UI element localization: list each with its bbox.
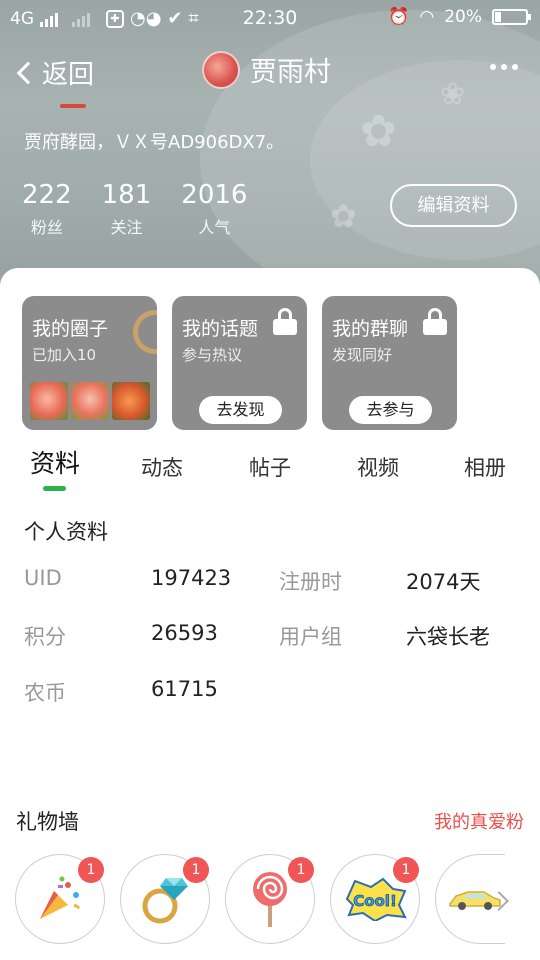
gift-wall-title: 礼物墙: [16, 810, 79, 834]
nav-bar: 返回 贾雨村: [0, 44, 540, 98]
circle-thumbnails: [30, 382, 150, 420]
stat-label: 人气: [198, 218, 231, 237]
gift-item[interactable]: Cool! 1: [330, 854, 420, 944]
battery-icon: [492, 9, 531, 25]
battery-percent: 20%: [444, 7, 482, 27]
info-value: 六袋长老: [406, 625, 490, 649]
profile-content: 我的圈子 已加入10 我的话题 参与热议 去发现 我的群聊 发现同好 去参与 资…: [0, 268, 540, 960]
gift-count-badge: 1: [78, 857, 104, 883]
battery-level: [495, 12, 501, 22]
info-key: 注册时: [279, 570, 342, 594]
stat-popularity: 2016 人气: [181, 180, 247, 238]
diamond-ring-icon: [142, 878, 188, 924]
stat-value: 222: [22, 180, 72, 210]
peach-thumbnail: [112, 382, 150, 420]
lock-icon: [423, 308, 447, 336]
card-title: 我的群聊: [332, 318, 409, 340]
info-key: 积分: [24, 625, 66, 649]
wifi-icon: ◠: [419, 7, 435, 27]
card-title: 我的话题: [182, 318, 259, 340]
stat-following[interactable]: 181 关注: [102, 180, 152, 238]
page-title-group: 贾雨村: [202, 50, 331, 89]
card-subtitle: 已加入10: [32, 346, 97, 364]
info-key: UID: [24, 566, 62, 590]
gift-item[interactable]: 1: [15, 854, 105, 944]
stat-label: 关注: [110, 218, 143, 237]
stat-followers[interactable]: 222 粉丝: [22, 180, 72, 238]
avatar[interactable]: [202, 50, 240, 89]
info-key: 农币: [24, 681, 66, 705]
back-label: 返回: [42, 60, 95, 90]
party-popper-icon: [40, 876, 81, 919]
page-title: 贾雨村: [250, 57, 331, 88]
info-value: 61715: [151, 677, 218, 701]
cool-sticker-icon: Cool!: [345, 877, 407, 921]
active-tab-indicator: [43, 486, 66, 491]
gift-item[interactable]: 1: [120, 854, 210, 944]
tab-activity[interactable]: 动态: [141, 452, 183, 482]
edit-profile-button[interactable]: 编辑资料: [390, 184, 517, 227]
join-button[interactable]: 去参与: [349, 396, 432, 424]
section-title: 个人资料: [24, 520, 108, 544]
gift-count-badge: 1: [393, 857, 419, 883]
card-subtitle: 参与热议: [182, 346, 243, 364]
gift-count-badge: 1: [183, 857, 209, 883]
tab-profile-info[interactable]: 资料: [30, 444, 80, 480]
peach-thumbnail: [30, 382, 68, 420]
svg-text:Cool!: Cool!: [353, 892, 397, 910]
chevron-left-icon: [16, 61, 40, 84]
info-value: 197423: [151, 566, 232, 590]
flower-pattern-icon: ✿: [360, 106, 397, 157]
stat-value: 181: [101, 180, 152, 210]
lollipop-icon: [253, 872, 287, 927]
my-true-fans-link[interactable]: 我的真爱粉: [434, 808, 524, 834]
tab-posts[interactable]: 帖子: [249, 452, 291, 482]
info-value: 2074天: [406, 570, 481, 594]
gift-count-badge: 1: [288, 857, 314, 883]
circle-emblem-icon: [133, 310, 157, 354]
tab-albums[interactable]: 相册: [464, 452, 506, 482]
back-button[interactable]: 返回: [14, 54, 94, 91]
card-title: 我的圈子: [32, 318, 109, 340]
profile-tabs: 资料 动态 帖子 视频 相册: [0, 444, 540, 494]
title-accent: [60, 104, 86, 108]
card-my-groups[interactable]: 我的群聊 发现同好 去参与: [322, 296, 457, 430]
stat-value: 2016: [181, 180, 248, 210]
gift-item[interactable]: 1: [225, 854, 315, 944]
flower-pattern-icon: ✿: [330, 197, 357, 235]
gift-list: 1 1 1 Cool! 1: [15, 854, 505, 944]
card-subtitle: 发现同好: [332, 346, 393, 364]
more-options-icon[interactable]: [490, 64, 518, 70]
card-my-circles[interactable]: 我的圈子 已加入10: [22, 296, 157, 430]
lock-icon: [273, 308, 297, 336]
tab-videos[interactable]: 视频: [357, 452, 399, 482]
profile-stats: 222 粉丝 181 关注 2016 人气: [22, 180, 247, 238]
profile-bio: 贾府酵园，ＶＸ号AD906DX7。: [24, 132, 285, 153]
info-key: 用户组: [279, 625, 342, 649]
card-my-topics[interactable]: 我的话题 参与热议 去发现: [172, 296, 307, 430]
stat-label: 粉丝: [30, 218, 63, 237]
info-value: 26593: [151, 621, 218, 645]
discover-button[interactable]: 去发现: [199, 396, 282, 424]
peach-thumbnail: [71, 382, 109, 420]
status-bar: 4G ✚ ◔◕ ✔ ⌗ 22:30 ⏰ ◠ 20%: [0, 0, 540, 36]
profile-header: ✿ ❀ ✿ 4G ✚ ◔◕ ✔ ⌗ 22:30 ⏰ ◠ 20% 返回 贾雨村 贾…: [0, 0, 540, 300]
alarm-icon: ⏰: [388, 7, 410, 27]
feature-cards: 我的圈子 已加入10 我的话题 参与热议 去发现 我的群聊 发现同好 去参与: [22, 296, 457, 430]
